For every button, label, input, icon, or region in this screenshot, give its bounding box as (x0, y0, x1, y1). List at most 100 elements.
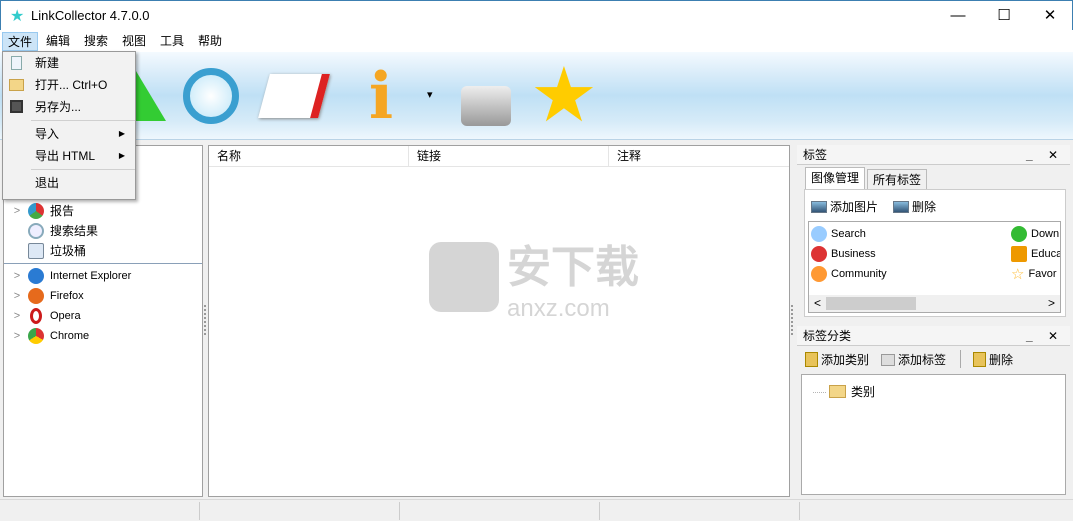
image-item-education[interactable]: Educa (1011, 244, 1060, 264)
menu-item-save-as[interactable]: 另存为... (3, 96, 135, 118)
file-menu-dropdown: 新建 打开... Ctrl+O 另存为... 导入 ▶ 导出 HTML ▶ 退出 (2, 51, 136, 200)
column-header-note[interactable]: 注释 (609, 146, 789, 166)
tree-item-trash[interactable]: 垃圾桶 (4, 241, 202, 261)
link-list: 名称 链接 注释 安下载 anxz.com (208, 145, 790, 497)
image-item-favorites[interactable]: ☆ Favor (1011, 264, 1060, 284)
tree-label: Opera (50, 310, 81, 322)
tree-label: 垃圾桶 (50, 244, 87, 258)
tree-item-search-results[interactable]: 搜索结果 (4, 221, 202, 241)
tree-item-chrome[interactable]: > Chrome (4, 326, 202, 346)
menu-file[interactable]: 文件 (2, 32, 39, 51)
menu-search[interactable]: 搜索 (79, 32, 113, 51)
panel-title: 标签分类 (803, 329, 852, 343)
submenu-arrow-icon: ▶ (118, 151, 125, 160)
image-item-search[interactable]: Search (811, 224, 887, 244)
scroll-left-button[interactable]: < (814, 296, 821, 310)
menu-edit[interactable]: 编辑 (41, 32, 75, 51)
status-bar (0, 499, 1073, 521)
window-title: LinkCollector 4.7.0.0 (31, 8, 150, 23)
tab-image-manage[interactable]: 图像管理 (805, 167, 866, 189)
add-image-button[interactable]: 添加图片 (811, 198, 878, 215)
tree-item-opera[interactable]: > Opera (4, 306, 202, 326)
info-icon[interactable]: i (345, 59, 417, 134)
menu-tools[interactable]: 工具 (155, 32, 189, 51)
menu-item-export-html[interactable]: 导出 HTML ▶ (3, 145, 135, 167)
menu-item-new[interactable]: 新建 (3, 52, 135, 74)
business-icon (811, 246, 827, 262)
app-star-icon: ★ (10, 8, 25, 25)
opera-icon (30, 308, 42, 324)
delete-image-button[interactable]: 删除 (893, 198, 936, 215)
image-item-download[interactable]: Down (1011, 224, 1060, 244)
maximize-button[interactable]: ☐ (981, 1, 1027, 31)
download-icon (1011, 226, 1027, 242)
panel-controls[interactable]: _ ✕ (1026, 145, 1064, 164)
add-category-icon (805, 352, 818, 367)
panel-controls[interactable]: _ ✕ (1026, 326, 1064, 345)
panel-header: 标签分类 _ ✕ (797, 326, 1070, 346)
add-image-icon (811, 200, 827, 213)
splitter-left[interactable] (204, 305, 207, 335)
menu-item-import[interactable]: 导入 ▶ (3, 123, 135, 145)
menu-item-open[interactable]: 打开... Ctrl+O (3, 74, 135, 96)
column-header-name[interactable]: 名称 (209, 146, 409, 166)
menu-help[interactable]: 帮助 (193, 32, 227, 51)
image-list: Search Business Community Down Educa ☆ Fa… (808, 221, 1061, 313)
scroll-right-button[interactable]: > (1048, 296, 1055, 310)
education-icon (1011, 246, 1027, 262)
category-panel: 标签分类 _ ✕ 添加类别 添加标签 删除 ······· 类别 (797, 326, 1070, 497)
image-item-business[interactable]: Business (811, 244, 887, 264)
internet-explorer-icon (28, 268, 44, 284)
expand-icon[interactable]: > (10, 286, 24, 306)
tree-label: Internet Explorer (50, 270, 132, 282)
image-item-community[interactable]: Community (811, 264, 887, 284)
category-tree: ······· 类别 (801, 374, 1066, 495)
delete-image-icon (893, 200, 909, 213)
favorite-icon[interactable]: ★ (528, 58, 600, 134)
report-icon (28, 203, 44, 219)
new-file-icon (11, 56, 22, 70)
tree-label: 搜索结果 (50, 224, 99, 238)
horizontal-scrollbar[interactable]: < > (809, 295, 1060, 312)
expand-icon[interactable]: > (10, 201, 24, 221)
tab-all-tags[interactable]: 所有标签 (867, 169, 928, 190)
tags-panel: 标签 _ ✕ 图像管理 所有标签 添加图片 删除 Search Business … (797, 145, 1070, 318)
watermark-logo: 安下载 anxz.com (429, 231, 639, 323)
expand-icon[interactable]: > (10, 266, 24, 286)
splitter-right[interactable] (791, 305, 794, 335)
add-tag-button[interactable]: 添加标签 (881, 351, 946, 368)
tree-item-ie[interactable]: > Internet Explorer (4, 266, 202, 286)
close-button[interactable]: ✕ (1027, 1, 1073, 31)
delete-category-button[interactable]: 删除 (973, 351, 1013, 368)
title-bar: ★ LinkCollector 4.7.0.0 — ☐ ✕ (0, 0, 1073, 30)
chrome-icon (28, 328, 44, 344)
dropdown-arrow-icon[interactable]: ▾ (427, 88, 433, 101)
tag-icon (881, 353, 895, 366)
expand-icon[interactable]: > (10, 326, 24, 346)
floppy-icon (10, 100, 23, 113)
magnifier-icon (28, 223, 44, 239)
tree-label: Chrome (50, 330, 90, 342)
panel-header: 标签 _ ✕ (797, 145, 1070, 165)
menu-view[interactable]: 视图 (117, 32, 151, 51)
add-category-button[interactable]: 添加类别 (805, 351, 869, 368)
star-icon: ☆ (1011, 266, 1025, 283)
toolbar: i ▾ ★ (0, 52, 1073, 140)
category-root[interactable]: ······· 类别 (812, 383, 875, 400)
firefox-icon (28, 288, 44, 304)
column-header-link[interactable]: 链接 (409, 146, 609, 166)
submenu-arrow-icon: ▶ (118, 129, 125, 138)
menu-item-exit[interactable]: 退出 (3, 172, 135, 194)
delete-category-icon (973, 352, 986, 367)
panel-title: 标签 (803, 148, 828, 162)
lock-icon[interactable] (450, 60, 522, 132)
expand-icon[interactable]: > (10, 306, 24, 326)
search-icon[interactable] (175, 60, 247, 132)
edit-icon[interactable] (258, 60, 330, 132)
menu-bar: 文件 编辑 搜索 视图 工具 帮助 (0, 30, 1073, 52)
minimize-button[interactable]: — (935, 1, 981, 31)
tree-item-reports[interactable]: > 报告 (4, 201, 202, 221)
tree-item-firefox[interactable]: > Firefox (4, 286, 202, 306)
scrollbar-thumb[interactable] (826, 297, 916, 310)
tree-label: Firefox (50, 290, 84, 302)
